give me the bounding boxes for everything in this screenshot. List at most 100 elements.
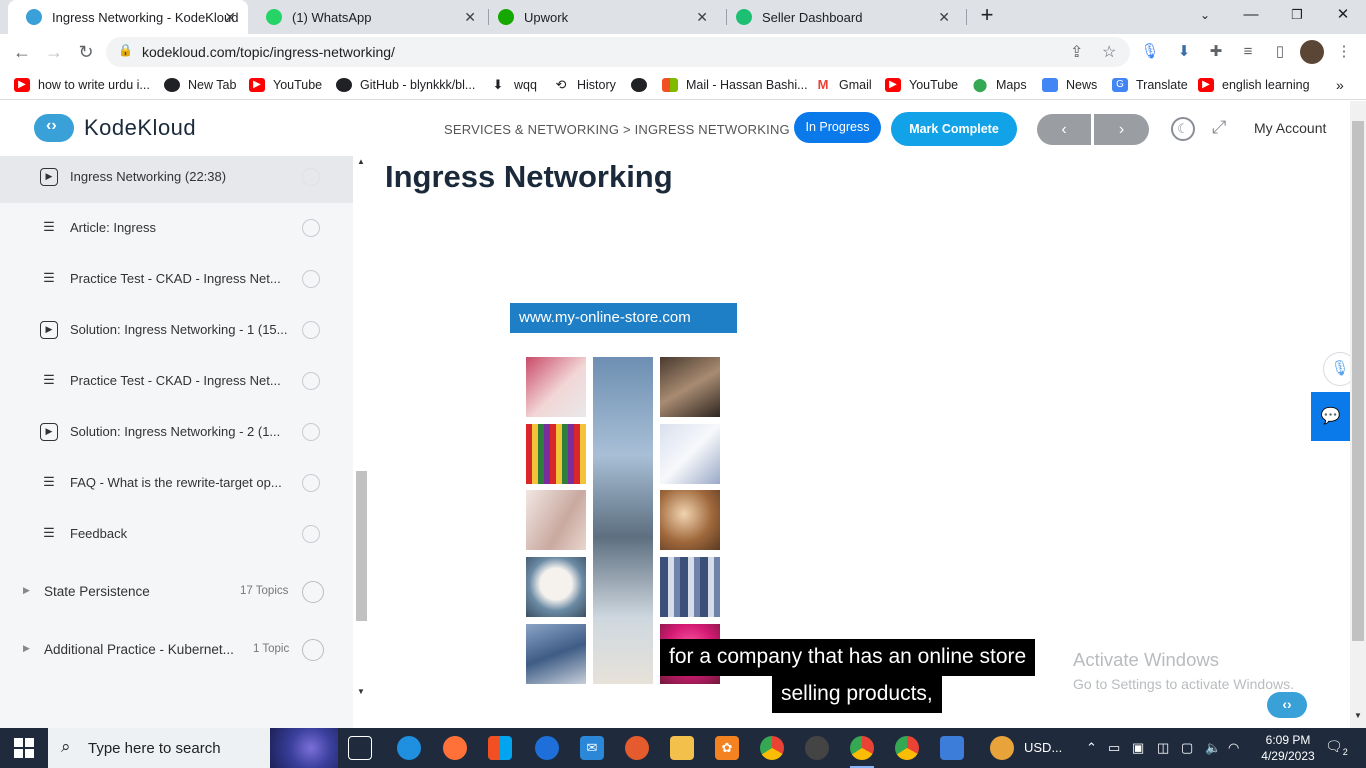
bookmark-item[interactable]: News (1042, 76, 1097, 94)
bookmarks-overflow-chevron-icon[interactable]: » (1336, 76, 1344, 94)
lesson-item[interactable]: ▶ Solution: Ingress Networking - 2 (1... (0, 408, 353, 458)
bookmark-star-icon[interactable]: ☆ (1102, 42, 1116, 62)
close-window-button[interactable]: ✕ (1320, 0, 1366, 30)
close-tab-icon[interactable]: ✕ (224, 9, 236, 26)
lesson-item[interactable]: ☰ Practice Test - CKAD - Ingress Net... (0, 357, 353, 407)
completion-circle[interactable] (302, 219, 320, 237)
previous-topic-button[interactable]: ‹ (1037, 114, 1091, 145)
chrome-icon[interactable] (760, 736, 784, 760)
tab-search-chevron-icon[interactable]: ⌄ (1182, 0, 1228, 30)
currency-ticker[interactable]: USD... (1024, 740, 1062, 755)
display-icon[interactable]: ▢ (1181, 740, 1193, 756)
bookmark-item[interactable]: G Translate (1112, 76, 1188, 94)
address-bar[interactable]: 🔒 kodekloud.com/topic/ingress-networking… (106, 37, 1130, 67)
side-panel-icon[interactable]: ▯ (1270, 42, 1290, 62)
microsoft-store-icon[interactable] (488, 736, 512, 760)
lesson-item[interactable]: ☰ Feedback (0, 510, 353, 560)
extensions-puzzle-icon[interactable]: ✚ (1206, 42, 1226, 62)
completion-circle[interactable] (302, 168, 320, 186)
new-tab-button[interactable]: + (964, 0, 1010, 30)
device-icon[interactable]: ▣ (1132, 740, 1144, 756)
chat-bubble-icon[interactable]: 💬 (1311, 392, 1350, 441)
restore-button[interactable]: ❐ (1274, 0, 1320, 30)
settings-gear-icon[interactable]: ✿ (715, 736, 739, 760)
sidebar-scrollbar[interactable]: ▲ ▼ (353, 156, 370, 728)
download-extension-icon[interactable]: ⬇ (1174, 42, 1194, 62)
lesson-item[interactable]: ▶ Ingress Networking (22:38) (0, 156, 353, 203)
bookmark-item[interactable]: ▶ YouTube (249, 76, 322, 94)
chrome-menu-icon[interactable]: ⋮ (1334, 42, 1354, 62)
bookmark-item[interactable]: New Tab (164, 76, 236, 94)
completion-circle[interactable] (302, 372, 320, 390)
firefox-icon[interactable] (443, 736, 467, 760)
lesson-item[interactable]: ☰ Article: Ingress (0, 204, 353, 254)
bookmark-item[interactable]: ⬤ Maps (972, 76, 1027, 94)
forward-arrow-icon[interactable]: → (42, 40, 66, 64)
task-view-icon[interactable] (348, 736, 372, 760)
volume-icon[interactable]: 🔈 (1205, 740, 1221, 756)
currency-widget-icon[interactable] (990, 736, 1014, 760)
expand-caret-icon[interactable]: ▶ (23, 643, 30, 654)
file-explorer-icon[interactable] (670, 736, 694, 760)
back-arrow-icon[interactable]: ← (10, 40, 34, 64)
completion-circle[interactable] (302, 270, 320, 288)
obs-icon[interactable] (805, 736, 829, 760)
reload-icon[interactable]: ↻ (74, 40, 98, 64)
wifi-icon[interactable]: ◠ (1228, 740, 1239, 756)
kodekloud-logo[interactable]: KodeKloud (34, 114, 196, 142)
windows-start-icon[interactable] (14, 738, 34, 758)
browser-tab-upwork[interactable]: Upwork ✕ (480, 0, 720, 34)
completion-circle[interactable] (302, 525, 320, 543)
scrollbar-thumb[interactable] (1352, 121, 1364, 641)
skype-icon[interactable] (535, 736, 559, 760)
reading-list-icon[interactable]: ≡ (1238, 42, 1258, 62)
edge-browser-icon[interactable] (397, 736, 421, 760)
battery-icon[interactable]: ▭ (1108, 740, 1120, 756)
close-tab-icon[interactable]: ✕ (938, 9, 950, 26)
minimize-button[interactable]: — (1228, 0, 1274, 30)
chrome-profile-icon[interactable] (895, 736, 919, 760)
kodekloud-floating-logo-icon[interactable]: ‹› (1267, 692, 1307, 718)
completion-circle[interactable] (302, 423, 320, 441)
browser-tab-seller-dashboard[interactable]: Seller Dashboard ✕ (718, 0, 962, 34)
search-placeholder[interactable]: Type here to search (88, 740, 221, 757)
share-icon[interactable]: ⇪ (1070, 42, 1083, 62)
next-topic-button[interactable]: › (1094, 114, 1149, 145)
bookmark-item[interactable]: ▶ YouTube (885, 76, 958, 94)
lesson-item[interactable]: ☰ FAQ - What is the rewrite-target op... (0, 459, 353, 509)
notification-center-icon[interactable]: 🗨2 (1325, 738, 1348, 757)
page-scrollbar[interactable]: ▼ (1350, 101, 1366, 728)
profile-avatar[interactable] (1300, 40, 1324, 64)
scrollbar-thumb[interactable] (356, 471, 367, 621)
my-account-link[interactable]: My Account (1254, 120, 1326, 136)
bookmark-item[interactable]: Mail - Hassan Bashi... (662, 76, 808, 94)
close-tab-icon[interactable]: ✕ (464, 9, 476, 26)
bookmark-item[interactable]: M Gmail (815, 76, 872, 94)
app-swirl-icon[interactable] (625, 736, 649, 760)
tray-overflow-chevron-icon[interactable]: ⌃ (1086, 740, 1097, 756)
browser-tab-whatsapp[interactable]: (1) WhatsApp ✕ (248, 0, 488, 34)
scroll-down-arrow-icon[interactable]: ▼ (1354, 711, 1362, 720)
voice-extension-icon[interactable]: 🎙 (1140, 42, 1160, 62)
close-tab-icon[interactable]: ✕ (696, 9, 708, 26)
in-progress-badge[interactable]: In Progress (794, 112, 881, 143)
expand-caret-icon[interactable]: ▶ (23, 585, 30, 596)
chrome-active-icon[interactable] (850, 736, 874, 768)
lesson-item[interactable]: ▶ Solution: Ingress Networking - 1 (15..… (0, 306, 353, 356)
browser-tab-kodekloud[interactable]: Ingress Networking - KodeKloud ✕ (8, 0, 248, 34)
dark-mode-toggle-icon[interactable]: ☾ (1171, 117, 1195, 141)
scroll-up-arrow-icon[interactable]: ▲ (357, 157, 365, 166)
bookmark-item[interactable]: ⟲ History (553, 76, 616, 94)
section-state-persistence[interactable]: ▶ State Persistence 17 Topics (0, 564, 353, 622)
completion-circle[interactable] (302, 321, 320, 339)
bookmark-item[interactable]: ▶ how to write urdu i... (14, 76, 150, 94)
bookmark-item[interactable]: GitHub - blynkkk/bl... (336, 76, 475, 94)
lesson-item[interactable]: ☰ Practice Test - CKAD - Ingress Net... (0, 255, 353, 305)
bookmark-item[interactable]: ⬇ wqq (490, 76, 537, 94)
photos-icon[interactable] (940, 736, 964, 760)
scroll-down-arrow-icon[interactable]: ▼ (357, 687, 365, 696)
completion-circle[interactable] (302, 474, 320, 492)
bookmark-item[interactable]: ▶ english learning (1198, 76, 1310, 94)
bookmark-item[interactable] (631, 76, 647, 94)
mark-complete-button[interactable]: Mark Complete (891, 112, 1017, 146)
